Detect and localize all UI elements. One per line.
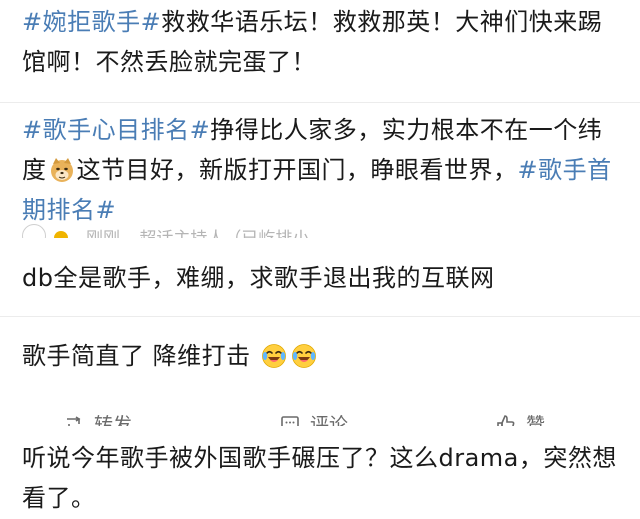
comment-username[interactable]: 刚刚 (86, 229, 120, 238)
repost-label: 转发 (94, 414, 133, 426)
like-button[interactable]: 赞 (496, 410, 545, 426)
comment-label: 评论 (310, 414, 349, 426)
repost-button[interactable]: 转发 (64, 410, 132, 426)
divider (0, 316, 640, 317)
comment-text: 歌手简直了 降维打击 (22, 342, 251, 370)
topic-tag[interactable]: #婉拒歌手# (22, 8, 161, 36)
post-text: 听说今年歌手被外国歌手碾压了？这么drama，突然想看了。 (22, 444, 617, 512)
divider (0, 102, 640, 103)
comment-icon (281, 416, 299, 426)
laugh-cry-emoji (291, 344, 316, 368)
post-3: 听说今年歌手被外国歌手碾压了？这么drama，突然想看了。 (22, 438, 626, 518)
like-icon (497, 415, 515, 426)
like-label: 赞 (526, 414, 546, 426)
topic-tag[interactable]: #歌手心目排名# (22, 116, 210, 144)
laugh-cry-emoji (261, 344, 286, 368)
comment-2: 歌手简直了 降维打击 (22, 336, 626, 376)
comment-1: db全是歌手，难绷，求歌手退出我的互联网 (22, 258, 626, 298)
post-1: #婉拒歌手#救救华语乐坛！救救那英！大神们快来踢馆啊！不然丢脸就完蛋了！ (22, 2, 626, 82)
post-2: #歌手心目排名#挣得比人家多，实力根本不在一个纬度 这节目好，新版打开国门，睁眼… (22, 110, 626, 230)
avatar[interactable] (22, 224, 46, 238)
doge-emoji (50, 158, 73, 182)
comment-meta-text: 超话主持人（已屹排小... (139, 229, 325, 238)
repost-icon (67, 416, 81, 426)
verified-badge-icon (54, 231, 68, 238)
action-bar: 转发 评论 赞 (0, 404, 640, 426)
post-text: 这节目好，新版打开国门，睁眼看世界， (76, 156, 518, 184)
clipped-comment-header: 刚刚 超话主持人（已屹排小... (22, 214, 622, 238)
comment-text: db全是歌手，难绷，求歌手退出我的互联网 (22, 264, 495, 292)
comment-button[interactable]: 评论 (280, 410, 348, 426)
